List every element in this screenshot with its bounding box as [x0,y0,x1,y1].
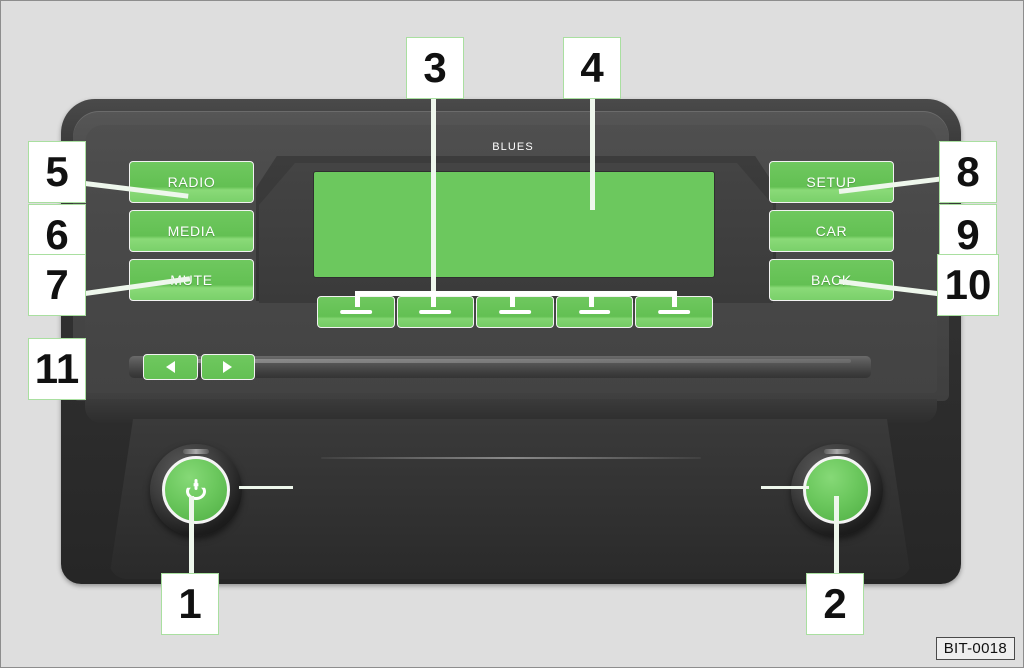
skip-previous-button[interactable] [143,354,198,380]
power-volume-knob[interactable] [150,444,242,536]
callout-7: 7 [28,254,86,316]
figure-canvas: BLUES RADIO MEDIA MUTE SETUP CAR BACK 3 … [0,0,1024,668]
knob-notch [824,449,850,454]
callout-10: 10 [937,254,999,316]
skip-next-button[interactable] [200,354,255,380]
mute-button[interactable]: MUTE [129,259,254,301]
media-button[interactable]: MEDIA [129,210,254,252]
leader-stub-2 [761,486,809,489]
cd-slot-highlight [151,359,851,363]
callout-3: 3 [406,37,464,99]
leader-line-2 [834,496,839,576]
callout-11: 11 [28,338,86,400]
button-dash-icon [658,310,691,314]
button-dash-icon [578,310,611,314]
knob-notch [183,449,209,454]
leader-stub-1 [239,486,293,489]
leader-line-4 [590,97,595,210]
function-button-bracket [355,291,677,309]
display-screen[interactable] [313,171,715,278]
callout-8: 8 [939,141,997,203]
callout-2: 2 [806,573,864,635]
knob-cap[interactable] [162,456,230,524]
button-dash-icon [499,310,531,314]
leader-line-11 [1,11,77,16]
leader-line-3 [431,97,436,302]
triangle-right-icon [223,361,233,373]
setup-button[interactable]: SETUP [769,161,894,203]
callout-1: 1 [161,573,219,635]
callout-5: 5 [28,141,86,203]
skip-button-row [143,354,255,380]
button-dash-icon [339,310,372,314]
figure-id-label: BIT-0018 [935,637,1015,660]
brand-label: BLUES [492,141,534,153]
radio-button[interactable]: RADIO [129,161,254,203]
back-button[interactable]: BACK [769,259,894,301]
decorative-line [321,457,701,459]
car-button[interactable]: CAR [769,210,894,252]
button-dash-icon [419,310,452,314]
callout-4: 4 [563,37,621,99]
triangle-left-icon [165,361,175,373]
leader-line-1 [189,496,194,576]
